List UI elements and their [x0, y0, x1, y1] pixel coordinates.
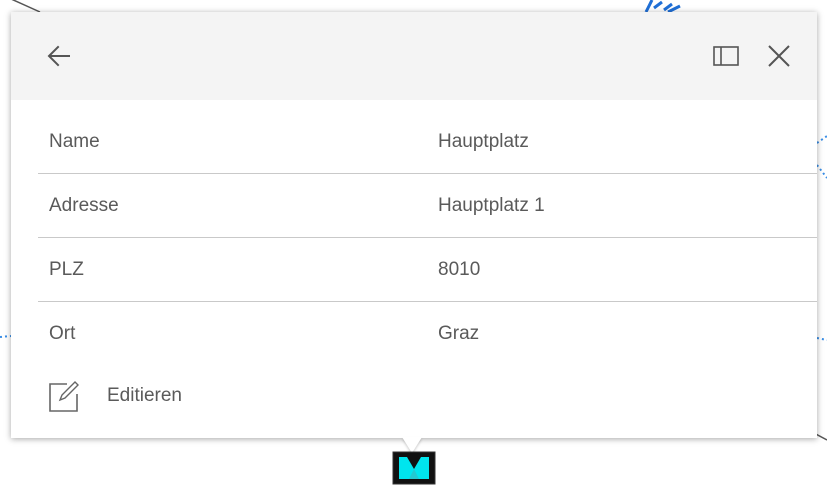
edit-label: Editieren	[107, 385, 182, 406]
attribute-row: Name Hauptplatz	[38, 110, 817, 174]
map-feature	[644, 0, 681, 14]
attribute-table: Name Hauptplatz Adresse Hauptplatz 1 PLZ…	[38, 110, 817, 366]
dock-button[interactable]	[708, 38, 744, 74]
attribute-row: Adresse Hauptplatz 1	[38, 174, 817, 238]
close-button[interactable]	[761, 38, 797, 74]
map-dotted-line	[816, 135, 827, 144]
attribute-row: Ort Graz	[38, 302, 817, 366]
dock-panel-icon	[713, 46, 739, 66]
attribute-value: Graz	[438, 323, 480, 344]
edit-button[interactable]: Editieren	[47, 378, 182, 414]
location-marker-icon[interactable]	[392, 451, 436, 485]
map-dotted-line	[816, 337, 827, 341]
attribute-value: 8010	[438, 259, 481, 280]
map-road	[11, 0, 41, 13]
attribute-value: Hauptplatz 1	[438, 195, 545, 216]
attribute-key: Adresse	[49, 195, 119, 216]
back-button[interactable]	[41, 38, 77, 74]
edit-icon	[47, 379, 81, 413]
close-icon	[768, 45, 790, 67]
popup-header	[11, 12, 817, 100]
arrow-left-icon	[47, 45, 70, 67]
attribute-key: Ort	[49, 323, 76, 344]
map-dotted-line	[816, 164, 827, 179]
attribute-key: PLZ	[49, 259, 84, 280]
feature-popup: Name Hauptplatz Adresse Hauptplatz 1 PLZ…	[11, 12, 817, 438]
attribute-key: Name	[49, 131, 100, 152]
attribute-row: PLZ 8010	[38, 238, 817, 302]
attribute-value: Hauptplatz	[438, 131, 529, 152]
map-dotted-line	[0, 335, 12, 338]
